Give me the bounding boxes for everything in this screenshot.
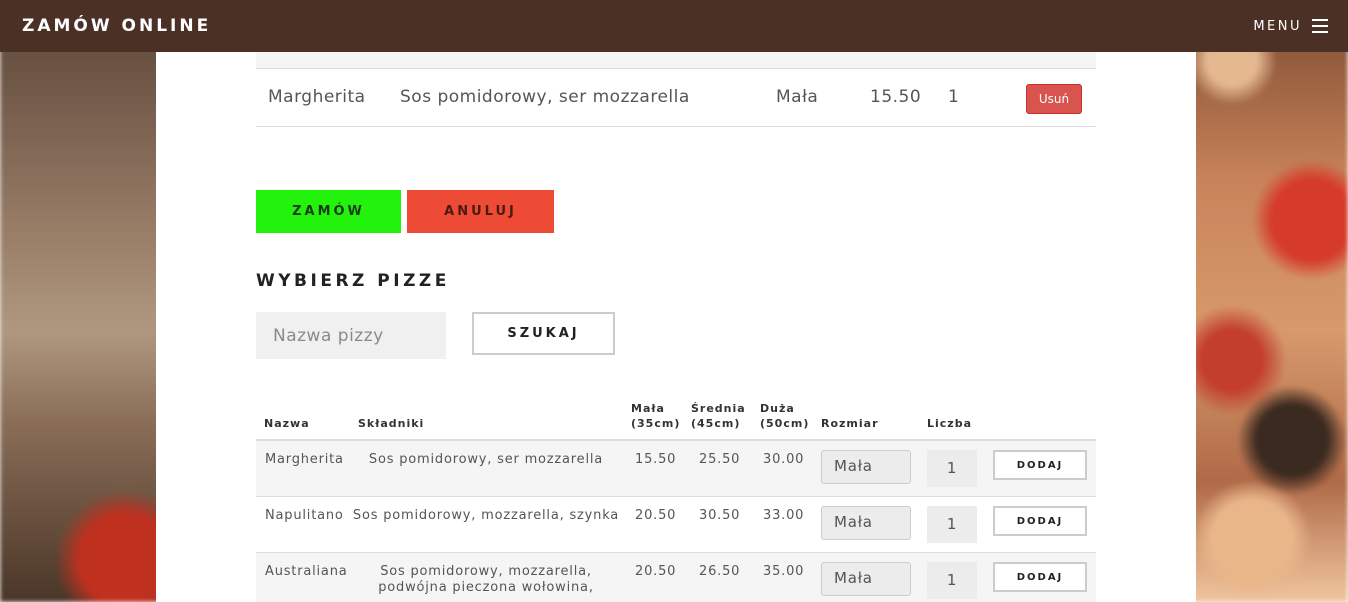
background-pizza-image bbox=[1192, 0, 1348, 602]
menu-label: MENU bbox=[1253, 18, 1302, 34]
section-title: WYBIERZ PIZZE bbox=[256, 271, 450, 291]
add-button[interactable]: DODAJ bbox=[993, 450, 1087, 480]
table-row: Napulitano Sos pomidorowy, mozzarella, s… bbox=[256, 497, 1096, 553]
cart-table-header bbox=[256, 52, 1096, 69]
add-button[interactable]: DODAJ bbox=[993, 506, 1087, 536]
header-small: Mała (35cm) bbox=[631, 402, 681, 430]
background-wood-image bbox=[0, 0, 160, 602]
pizza-ingredients: Sos pomidorowy, mozzarella, podwójna pie… bbox=[378, 564, 594, 595]
menu-table-header: Nazwa Składniki Mała (35cm) Średnia (45c… bbox=[256, 400, 1096, 441]
menu-toggle-button[interactable]: MENU bbox=[1253, 19, 1328, 34]
cart-item-quantity: 1 bbox=[948, 87, 960, 107]
pizza-ingredients: Sos pomidorowy, ser mozzarella bbox=[368, 452, 604, 467]
cart-item-ingredients: Sos pomidorowy, ser mozzarella bbox=[400, 87, 690, 107]
content-panel: Margherita Sos pomidorowy, ser mozzarell… bbox=[156, 52, 1196, 602]
pizza-menu-table: Nazwa Składniki Mała (35cm) Średnia (45c… bbox=[256, 400, 1096, 602]
cart-item-size: Mała bbox=[776, 87, 819, 107]
pizza-name: Napulitano bbox=[265, 508, 344, 523]
quantity-input[interactable]: 1 bbox=[927, 450, 977, 487]
cancel-button[interactable]: ANULUJ bbox=[407, 190, 554, 233]
header-large: Duża (50cm) bbox=[760, 402, 810, 430]
add-button[interactable]: DODAJ bbox=[993, 562, 1087, 592]
quantity-input[interactable]: 1 bbox=[927, 506, 977, 543]
size-select[interactable]: Mała bbox=[821, 506, 911, 540]
header-size: Rozmiar bbox=[821, 417, 879, 430]
price-large: 35.00 bbox=[763, 564, 805, 579]
price-medium: 25.50 bbox=[699, 452, 741, 467]
price-large: 33.00 bbox=[763, 508, 805, 523]
size-select[interactable]: Mała bbox=[821, 450, 911, 484]
pizza-name: Australiana bbox=[265, 564, 348, 579]
cart-item-price: 15.50 bbox=[870, 87, 922, 107]
price-medium: 26.50 bbox=[699, 564, 741, 579]
brand-logo[interactable]: ZAMÓW ONLINE bbox=[22, 16, 211, 36]
quantity-input[interactable]: 1 bbox=[927, 562, 977, 599]
price-small: 20.50 bbox=[635, 564, 677, 579]
remove-item-button[interactable]: Usuń bbox=[1026, 84, 1082, 114]
size-select[interactable]: Mała bbox=[821, 562, 911, 596]
pizza-search-input[interactable] bbox=[256, 312, 446, 359]
header-medium: Średnia (45cm) bbox=[691, 402, 746, 430]
hamburger-icon bbox=[1312, 19, 1328, 33]
search-button[interactable]: SZUKAJ bbox=[472, 312, 615, 355]
header-quantity: Liczba bbox=[927, 417, 972, 430]
navbar: ZAMÓW ONLINE MENU bbox=[0, 0, 1348, 52]
cart-row: Margherita Sos pomidorowy, ser mozzarell… bbox=[256, 69, 1096, 127]
table-row: Margherita Sos pomidorowy, ser mozzarell… bbox=[256, 441, 1096, 497]
pizza-ingredients: Sos pomidorowy, mozzarella, szynka bbox=[352, 508, 620, 523]
price-medium: 30.50 bbox=[699, 508, 741, 523]
price-small: 15.50 bbox=[635, 452, 677, 467]
header-ingredients: Składniki bbox=[358, 417, 425, 430]
cart-item-name: Margherita bbox=[268, 87, 366, 107]
order-button[interactable]: ZAMÓW bbox=[256, 190, 401, 233]
pizza-name: Margherita bbox=[265, 452, 344, 467]
table-row: Australiana Sos pomidorowy, mozzarella, … bbox=[256, 553, 1096, 602]
header-name: Nazwa bbox=[264, 417, 310, 430]
price-small: 20.50 bbox=[635, 508, 677, 523]
price-large: 30.00 bbox=[763, 452, 805, 467]
cart-table: Margherita Sos pomidorowy, ser mozzarell… bbox=[256, 52, 1096, 127]
